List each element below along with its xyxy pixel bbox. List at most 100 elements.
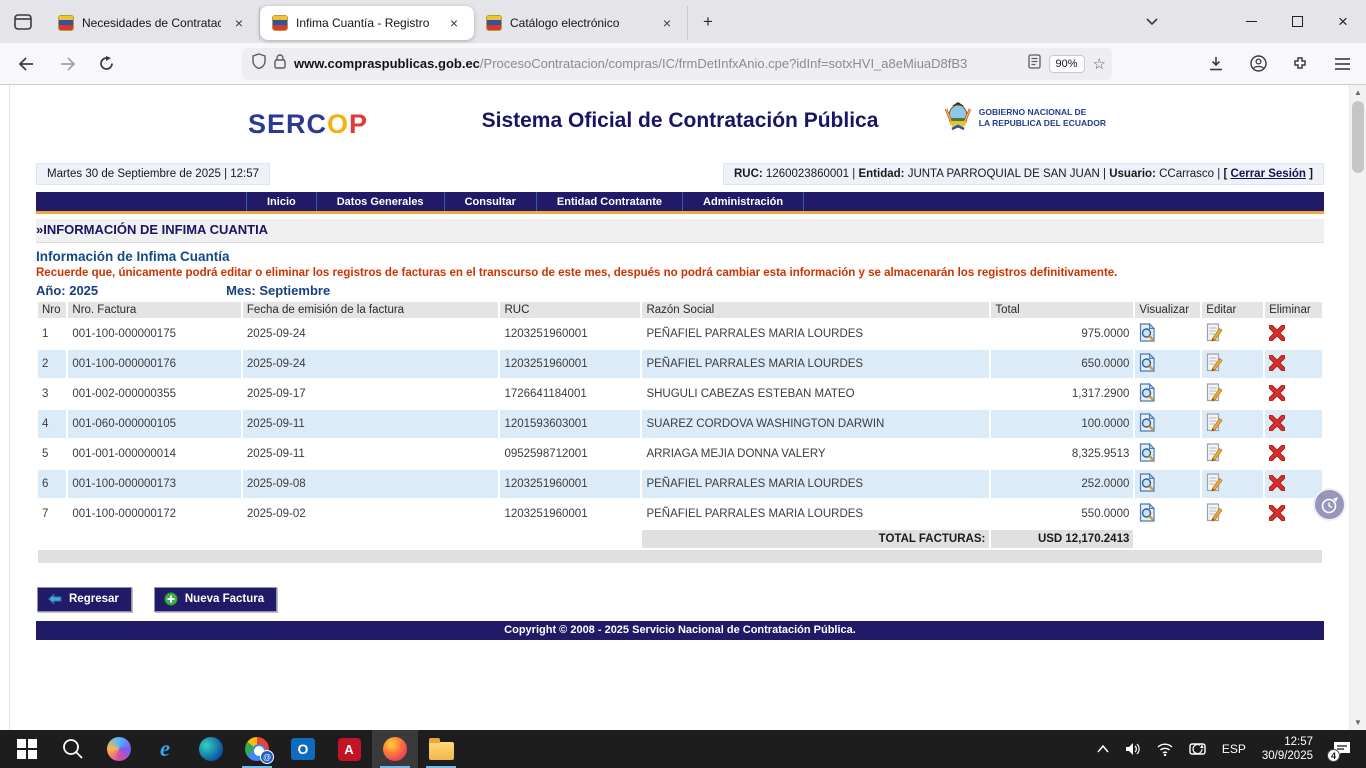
new-tab-button[interactable]: + <box>694 8 722 36</box>
nav-item-entidad-contratante[interactable]: Entidad Contratante <box>537 192 683 211</box>
visualizar-icon[interactable] <box>1139 503 1156 525</box>
cell-eliminar <box>1265 440 1322 468</box>
internet-explorer-icon[interactable]: e <box>142 730 188 768</box>
eliminar-icon[interactable] <box>1269 355 1285 374</box>
start-button[interactable] <box>4 730 50 768</box>
wifi-icon[interactable] <box>1150 730 1180 768</box>
period-row: Año: 2025 Mes: Septiembre <box>36 283 1324 298</box>
ecuador-crest-favicon <box>486 15 502 31</box>
tray-chevron-icon[interactable] <box>1090 730 1116 768</box>
cell-nro: 7 <box>38 500 66 528</box>
invoice-row: 2 001-100-000000176 2025-09-24 120325196… <box>38 350 1322 378</box>
editar-icon[interactable] <box>1206 353 1223 375</box>
tab-close-icon[interactable]: × <box>229 13 249 33</box>
reader-mode-icon[interactable] <box>1028 54 1041 74</box>
visualizar-icon[interactable] <box>1139 413 1156 435</box>
eliminar-icon[interactable] <box>1269 385 1285 404</box>
cell-eliminar <box>1265 320 1322 348</box>
logout-link[interactable]: Cerrar Sesión <box>1231 168 1306 180</box>
editar-icon[interactable] <box>1206 383 1223 405</box>
eliminar-icon[interactable] <box>1269 415 1285 434</box>
zoom-level-chip[interactable]: 90% <box>1049 55 1085 73</box>
eliminar-icon[interactable] <box>1269 445 1285 464</box>
cell-nro: 4 <box>38 410 66 438</box>
downloads-icon[interactable] <box>1200 48 1232 80</box>
notifications-icon[interactable]: 4 <box>1325 730 1366 768</box>
tracking-shield-icon[interactable] <box>252 53 266 74</box>
cell-factura: 001-100-000000175 <box>68 320 240 348</box>
visualizar-icon[interactable] <box>1139 473 1156 495</box>
visualizar-icon[interactable] <box>1139 383 1156 405</box>
editar-icon[interactable] <box>1206 443 1223 465</box>
section-subtitle: Información de Infima Cuantía <box>36 249 1324 264</box>
copilot-icon[interactable] <box>96 730 142 768</box>
nav-item-consultar[interactable]: Consultar <box>445 192 537 211</box>
ecuador-crest-favicon <box>272 15 288 31</box>
tab-infima-cuantia[interactable]: Infima Cuantía - Registro × <box>260 6 474 40</box>
volume-icon[interactable] <box>1118 730 1148 768</box>
restore-button[interactable] <box>1274 2 1320 42</box>
url-text[interactable]: www.compraspublicas.gob.ec/ProcesoContra… <box>294 56 1020 71</box>
nav-item-datos-generales[interactable]: Datos Generales <box>317 192 445 211</box>
back-icon[interactable] <box>10 48 42 80</box>
cast-icon[interactable] <box>1182 730 1213 768</box>
close-button[interactable]: × <box>1320 2 1366 42</box>
tab-close-icon[interactable]: × <box>444 13 464 33</box>
col-header-total: Total <box>991 302 1133 318</box>
cell-ruc: 1203251960001 <box>500 500 640 528</box>
scroll-down-icon[interactable]: ▼ <box>1350 715 1366 730</box>
search-icon[interactable] <box>50 730 96 768</box>
visualizar-icon[interactable] <box>1139 443 1156 465</box>
sercop-page: SERCOP Sistema Oficial de Contratación P… <box>10 85 1350 730</box>
lock-icon[interactable] <box>274 54 286 74</box>
editar-icon[interactable] <box>1206 323 1223 345</box>
list-all-tabs-icon[interactable] <box>1136 6 1168 38</box>
windows-taskbar: e @ O A ESP 12:57 30/9/2025 <box>0 730 1366 768</box>
editar-icon[interactable] <box>1206 503 1223 525</box>
cell-nro: 2 <box>38 350 66 378</box>
eliminar-icon[interactable] <box>1269 475 1285 494</box>
visualizar-icon[interactable] <box>1139 323 1156 345</box>
nav-item-inicio[interactable]: Inicio <box>246 192 317 211</box>
tab-catalogo[interactable]: Catálogo electrónico × <box>474 6 688 40</box>
scroll-up-icon[interactable]: ▲ <box>1350 85 1366 100</box>
vertical-scrollbar[interactable]: ▲ ▼ <box>1350 85 1366 730</box>
cell-editar <box>1202 320 1263 348</box>
outlook-icon[interactable]: O <box>280 730 326 768</box>
cell-ruc: 0952598712001 <box>500 440 640 468</box>
edge-icon[interactable] <box>188 730 234 768</box>
visualizar-icon[interactable] <box>1139 353 1156 375</box>
tab-necesidades[interactable]: Necesidades de Contratación y × <box>46 6 260 40</box>
invoice-row: 3 001-002-000000355 2025-09-17 172664118… <box>38 380 1322 408</box>
chrome-icon[interactable]: @ <box>234 730 280 768</box>
cell-visualizar <box>1135 500 1200 528</box>
acrobat-icon[interactable]: A <box>326 730 372 768</box>
total-row-spacer <box>38 530 640 548</box>
firefox-view-icon[interactable] <box>8 7 38 37</box>
minimize-button[interactable] <box>1228 2 1274 42</box>
regresar-button[interactable]: Regresar <box>37 587 132 612</box>
language-indicator[interactable]: ESP <box>1215 730 1253 768</box>
bookmark-star-icon[interactable]: ☆ <box>1093 55 1106 73</box>
clock[interactable]: 12:57 30/9/2025 <box>1255 730 1323 768</box>
forward-icon[interactable] <box>52 48 84 80</box>
reload-icon[interactable] <box>90 48 122 80</box>
firefox-icon[interactable] <box>372 730 418 768</box>
menu-icon[interactable] <box>1326 48 1358 80</box>
extensions-icon[interactable] <box>1284 48 1316 80</box>
eliminar-icon[interactable] <box>1269 325 1285 344</box>
tab-close-icon[interactable]: × <box>657 13 677 33</box>
eliminar-icon[interactable] <box>1269 505 1285 524</box>
url-bar[interactable]: www.compraspublicas.gob.ec/ProcesoContra… <box>242 48 1112 80</box>
nav-item-administracion[interactable]: Administración <box>683 192 804 211</box>
account-icon[interactable] <box>1242 48 1274 80</box>
notification-count-badge: 4 <box>1327 749 1340 762</box>
gov-text-line1: GOBIERNO NACIONAL DE <box>979 107 1106 118</box>
file-explorer-icon[interactable] <box>418 730 464 768</box>
editar-icon[interactable] <box>1206 413 1223 435</box>
floating-timer-widget[interactable] <box>1313 488 1346 521</box>
toolbar-right-icons <box>1200 48 1358 80</box>
scrollbar-thumb[interactable] <box>1352 101 1364 173</box>
nueva-factura-button[interactable]: Nueva Factura <box>154 587 277 612</box>
editar-icon[interactable] <box>1206 473 1223 495</box>
